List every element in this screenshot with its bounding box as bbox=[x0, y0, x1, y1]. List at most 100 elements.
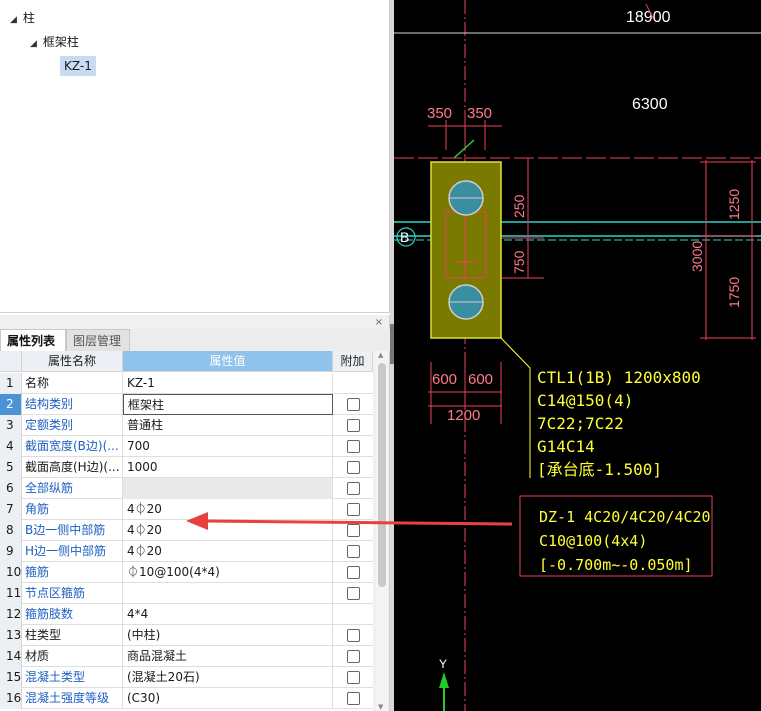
scrollbar-thumb[interactable] bbox=[378, 363, 386, 587]
scroll-up-icon[interactable]: ▲ bbox=[378, 351, 383, 359]
row-number: 7 bbox=[0, 499, 22, 520]
extra-checkbox[interactable] bbox=[347, 587, 360, 600]
extra-column-header[interactable]: 附加 bbox=[333, 351, 373, 372]
extra-checkbox[interactable] bbox=[347, 671, 360, 684]
property-row[interactable]: 6 全部纵筋 bbox=[0, 478, 373, 499]
property-value[interactable] bbox=[123, 478, 333, 499]
property-row[interactable]: 2 结构类别 框架柱 bbox=[0, 394, 373, 415]
property-name: H边一侧中部筋 bbox=[22, 541, 123, 562]
property-value[interactable]: (混凝土20石) bbox=[123, 667, 333, 688]
row-number: 14 bbox=[0, 646, 22, 667]
extra-checkbox[interactable] bbox=[347, 692, 360, 705]
property-row[interactable]: 14 材质 商品混凝土 bbox=[0, 646, 373, 667]
property-name: B边一侧中部筋 bbox=[22, 520, 123, 541]
property-panel: × 属性列表 图层管理 属性名称 属性值 附加 1 名称 KZ-1 2 结构类别 框架柱 3… bbox=[0, 315, 390, 711]
property-value[interactable]: 4⏀20 bbox=[123, 520, 333, 541]
extra-checkbox[interactable] bbox=[347, 440, 360, 453]
property-value[interactable]: 商品混凝土 bbox=[123, 646, 333, 667]
scroll-down-icon[interactable]: ▼ bbox=[378, 703, 383, 711]
property-grid: 属性名称 属性值 附加 1 名称 KZ-1 2 结构类别 框架柱 3 定额类别 普通柱 4 截面宽度… bbox=[0, 351, 373, 711]
property-name: 定额类别 bbox=[22, 415, 123, 436]
column-note-line-3: [-0.700m~-0.050m] bbox=[539, 556, 693, 574]
row-number: 1 bbox=[0, 373, 22, 394]
property-row[interactable]: 1 名称 KZ-1 bbox=[0, 373, 373, 394]
row-number: 9 bbox=[0, 541, 22, 562]
ucs-arrow-icon bbox=[439, 672, 449, 688]
property-value[interactable]: KZ-1 bbox=[123, 373, 333, 394]
extra-checkbox[interactable] bbox=[347, 524, 360, 537]
property-name: 混凝土类型 bbox=[22, 667, 123, 688]
name-column-header[interactable]: 属性名称 bbox=[22, 351, 123, 372]
property-value[interactable]: 4⏀20 bbox=[123, 499, 333, 520]
dimension-text-6300: 6300 bbox=[632, 96, 668, 113]
property-value[interactable]: ⏀10@100(4*4) bbox=[123, 562, 333, 583]
tree-node-label: 柱 bbox=[22, 11, 35, 25]
tree-node-frame-column[interactable]: ◢ 框架柱 bbox=[30, 32, 79, 52]
vertical-scrollbar[interactable]: ▲ ▼ bbox=[376, 351, 388, 711]
property-value[interactable]: 700 bbox=[123, 436, 333, 457]
property-name: 名称 bbox=[22, 373, 123, 394]
value-column-header[interactable]: 属性值 bbox=[123, 351, 333, 372]
property-row[interactable]: 5 截面高度(H边)(... 1000 bbox=[0, 457, 373, 478]
tab-property-list[interactable]: 属性列表 bbox=[0, 329, 66, 351]
property-value[interactable]: 4⏀20 bbox=[123, 541, 333, 562]
cad-drawing: B 18900 6300 350 350 250 750 3000 1250 1… bbox=[394, 0, 761, 711]
extra-checkbox[interactable] bbox=[347, 629, 360, 642]
property-value[interactable]: 普通柱 bbox=[123, 415, 333, 436]
property-value[interactable]: 4*4 bbox=[123, 604, 333, 625]
row-number: 13 bbox=[0, 625, 22, 646]
property-name: 箍筋肢数 bbox=[22, 604, 123, 625]
property-row[interactable]: 4 截面宽度(B边)(... 700 bbox=[0, 436, 373, 457]
extra-checkbox[interactable] bbox=[347, 566, 360, 579]
property-row[interactable]: 13 柱类型 (中柱) bbox=[0, 625, 373, 646]
cap-note-line-3: 7C22;7C22 bbox=[537, 414, 624, 433]
property-row[interactable]: 9 H边一侧中部筋 4⏀20 bbox=[0, 541, 373, 562]
column-section[interactable] bbox=[445, 211, 487, 279]
tree-node-kz1[interactable]: KZ-1 bbox=[60, 56, 96, 76]
extra-checkbox[interactable] bbox=[347, 545, 360, 558]
row-number: 15 bbox=[0, 667, 22, 688]
property-row[interactable]: 8 B边一侧中部筋 4⏀20 bbox=[0, 520, 373, 541]
column-note-line-2: C10@100(4x4) bbox=[539, 532, 647, 550]
property-name: 角筋 bbox=[22, 499, 123, 520]
property-value[interactable]: (C30) bbox=[123, 688, 333, 709]
cad-drawing-canvas[interactable]: B 18900 6300 350 350 250 750 3000 1250 1… bbox=[394, 0, 761, 711]
property-value[interactable] bbox=[123, 583, 333, 604]
collapse-triangle-icon[interactable]: ◢ bbox=[10, 10, 17, 30]
property-row[interactable]: 12 箍筋肢数 4*4 bbox=[0, 604, 373, 625]
row-number: 10 bbox=[0, 562, 22, 583]
property-row[interactable]: 16 混凝土强度等级 (C30) bbox=[0, 688, 373, 709]
collapse-triangle-icon[interactable]: ◢ bbox=[30, 34, 37, 54]
row-number: 12 bbox=[0, 604, 22, 625]
extra-checkbox[interactable] bbox=[347, 398, 360, 411]
tree-node-column[interactable]: ◢ 柱 bbox=[10, 8, 35, 28]
ucs-y-label: Y bbox=[439, 657, 447, 671]
tree-node-label: 框架柱 bbox=[42, 35, 79, 49]
dimension-text-250: 250 bbox=[511, 194, 527, 218]
property-row[interactable]: 10 箍筋 ⏀10@100(4*4) bbox=[0, 562, 373, 583]
property-row[interactable]: 15 混凝土类型 (混凝土20石) bbox=[0, 667, 373, 688]
property-name: 柱类型 bbox=[22, 625, 123, 646]
extra-checkbox[interactable] bbox=[347, 461, 360, 474]
dimension-text-1200: 1200 bbox=[447, 407, 480, 424]
dimension-text-600-left: 600 bbox=[432, 371, 457, 388]
property-row[interactable]: 3 定额类别 普通柱 bbox=[0, 415, 373, 436]
row-number: 2 bbox=[0, 394, 22, 415]
property-value[interactable]: 框架柱 bbox=[123, 394, 333, 415]
property-value[interactable]: 1000 bbox=[123, 457, 333, 478]
tab-layer-manager[interactable]: 图层管理 bbox=[66, 329, 130, 351]
property-row[interactable]: 7 角筋 4⏀20 bbox=[0, 499, 373, 520]
tree-node-label: KZ-1 bbox=[64, 59, 92, 73]
extra-checkbox[interactable] bbox=[347, 482, 360, 495]
dimension-text-350-left: 350 bbox=[427, 105, 452, 122]
dimension-text-350-right: 350 bbox=[467, 105, 492, 122]
property-row[interactable]: 11 节点区箍筋 bbox=[0, 583, 373, 604]
property-value[interactable]: (中柱) bbox=[123, 625, 333, 646]
property-name: 全部纵筋 bbox=[22, 478, 123, 499]
dimension-text-1750: 1750 bbox=[726, 277, 742, 308]
extra-checkbox[interactable] bbox=[347, 650, 360, 663]
extra-checkbox[interactable] bbox=[347, 419, 360, 432]
extra-checkbox[interactable] bbox=[347, 503, 360, 516]
close-icon[interactable]: × bbox=[375, 317, 383, 328]
row-number: 5 bbox=[0, 457, 22, 478]
